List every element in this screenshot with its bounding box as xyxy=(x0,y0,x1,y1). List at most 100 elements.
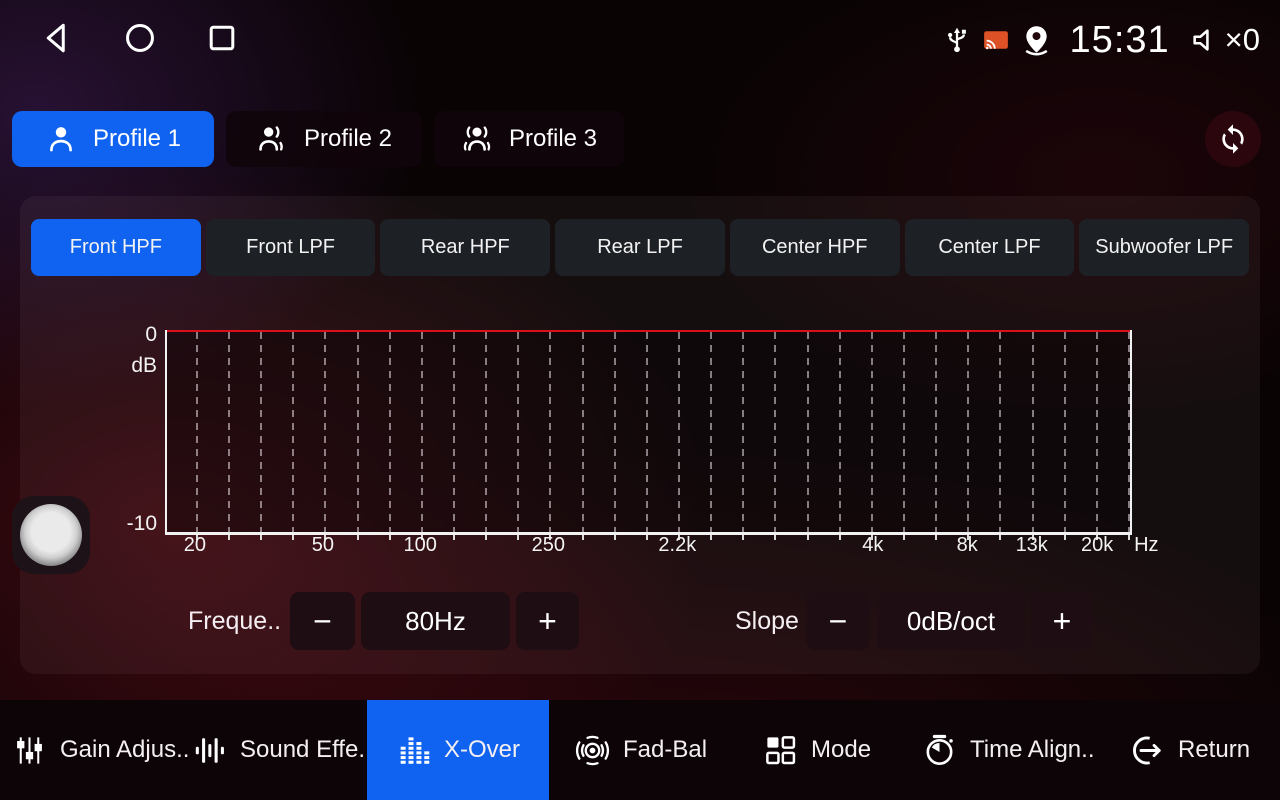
x-tick-label: 20 xyxy=(184,534,206,557)
x-tick-label: 50 xyxy=(312,534,334,557)
nav-item-mode[interactable]: Mode xyxy=(763,700,871,800)
floating-knob-button[interactable] xyxy=(12,496,90,574)
xover-panel: Front HPFFront LPFRear HPFRear LPFCenter… xyxy=(20,196,1260,674)
volume-level: ×0 xyxy=(1225,22,1260,58)
head-unit-screen: 15:31 ×0 Profile 1 Profile 2 Profile 3 Fro… xyxy=(0,0,1280,800)
location-icon xyxy=(1020,24,1053,57)
frequency-label: Freque.. xyxy=(188,592,281,650)
gridline xyxy=(517,332,519,532)
usb-icon xyxy=(942,25,972,55)
sync-icon xyxy=(1217,123,1249,155)
profile-tab-label: Profile 1 xyxy=(93,125,181,153)
nav-item-return[interactable]: Return xyxy=(1130,700,1250,800)
clock: 15:31 xyxy=(1070,19,1170,62)
x-tick-label: 13k xyxy=(1016,534,1048,557)
nav-item-gain-adjus[interactable]: Gain Adjus.. xyxy=(12,700,189,800)
y-tick-0: 0 xyxy=(145,323,157,347)
filter-tab-center-hpf[interactable]: Center HPF xyxy=(730,219,900,276)
frequency-plus-button[interactable]: + xyxy=(516,592,579,650)
profile-tabs: Profile 1 Profile 2 Profile 3 xyxy=(12,111,624,167)
nav-item-label: Fad-Bal xyxy=(623,736,707,764)
y-tick-min10: -10 xyxy=(127,512,157,536)
home-icon[interactable] xyxy=(122,20,158,56)
nav-item-time-align[interactable]: Time Align.. xyxy=(922,700,1095,800)
nav-item-x-over[interactable]: X-Over xyxy=(367,700,549,800)
gridline xyxy=(999,332,1001,532)
gridline xyxy=(678,332,680,532)
x-axis-labels: 20501002502.2k4k8k13k20kHz xyxy=(165,534,1128,560)
person-icon xyxy=(45,123,77,155)
x-tick-label: 4k xyxy=(862,534,883,557)
filter-tab-subwoofer-lpf[interactable]: Subwoofer LPF xyxy=(1079,219,1249,276)
gridline xyxy=(1032,332,1034,532)
gridline xyxy=(935,332,937,532)
timer-icon xyxy=(922,733,957,768)
filter-tab-center-lpf[interactable]: Center LPF xyxy=(905,219,1075,276)
frequency-minus-button[interactable]: − xyxy=(290,592,355,650)
nav-item-label: Gain Adjus.. xyxy=(60,736,189,764)
surround-icon xyxy=(575,733,610,768)
x-tick-label: 8k xyxy=(957,534,978,557)
profile-tab-2[interactable]: Profile 2 xyxy=(226,111,422,167)
profile-tab-label: Profile 2 xyxy=(304,125,392,153)
x-tick-label: 100 xyxy=(404,534,437,557)
gridline xyxy=(774,332,776,532)
cast-icon xyxy=(981,25,1011,55)
nav-item-fad-bal[interactable]: Fad-Bal xyxy=(575,700,707,800)
reset-profile-button[interactable] xyxy=(1205,111,1261,167)
profile-tab-1[interactable]: Profile 1 xyxy=(12,111,214,167)
x-tick-label: 2.2k xyxy=(658,534,696,557)
channel-filter-tabs: Front HPFFront LPFRear HPFRear LPFCenter… xyxy=(31,219,1249,276)
filter-tab-rear-lpf[interactable]: Rear LPF xyxy=(555,219,725,276)
gridline xyxy=(357,332,359,532)
gridline xyxy=(292,332,294,532)
nav-item-sound-effe[interactable]: Sound Effe.. xyxy=(192,700,372,800)
gridline xyxy=(389,332,391,532)
filter-tab-front-lpf[interactable]: Front LPF xyxy=(206,219,376,276)
gridline xyxy=(324,332,326,532)
slope-value: 0dB/oct xyxy=(877,592,1025,650)
gridline xyxy=(614,332,616,532)
gridline xyxy=(871,332,873,532)
grid-icon xyxy=(763,733,798,768)
person-arcs-icon xyxy=(461,123,493,155)
gridline xyxy=(549,332,551,532)
response-curve xyxy=(167,330,1130,332)
status-bar: 15:31 ×0 xyxy=(0,0,1280,80)
gridline xyxy=(196,332,198,532)
nav-item-label: Mode xyxy=(811,736,871,764)
gridline xyxy=(582,332,584,532)
gridline xyxy=(260,332,262,532)
filter-tab-rear-hpf[interactable]: Rear HPF xyxy=(380,219,550,276)
gridline xyxy=(228,332,230,532)
waveform-icon xyxy=(192,733,227,768)
gridline xyxy=(710,332,712,532)
gridline xyxy=(839,332,841,532)
axis-tick xyxy=(1128,535,1130,540)
profile-tab-3[interactable]: Profile 3 xyxy=(434,111,624,167)
return-icon xyxy=(1130,733,1165,768)
slope-plus-button[interactable]: + xyxy=(1031,592,1093,650)
x-axis-unit: Hz xyxy=(1134,534,1158,557)
frequency-response-plot xyxy=(165,330,1132,535)
nav-item-label: Sound Effe.. xyxy=(240,736,372,764)
gridline xyxy=(807,332,809,532)
android-nav-buttons xyxy=(40,20,240,56)
volume-muted-icon xyxy=(1189,23,1223,57)
volume-indicator: ×0 xyxy=(1189,22,1260,58)
slope-minus-button[interactable]: − xyxy=(806,592,870,650)
status-right: 15:31 ×0 xyxy=(942,12,1260,68)
recents-icon[interactable] xyxy=(204,20,240,56)
filter-tab-front-hpf[interactable]: Front HPF xyxy=(31,219,201,276)
gridline xyxy=(646,332,648,532)
bottom-nav-bar: Gain Adjus.. Sound Effe..X-Over Fad-Bal Mod… xyxy=(0,700,1280,800)
person-arc-icon xyxy=(256,123,288,155)
back-icon[interactable] xyxy=(40,20,76,56)
profile-tab-label: Profile 3 xyxy=(509,125,597,153)
status-icons xyxy=(942,24,1053,57)
x-tick-label: 20k xyxy=(1081,534,1113,557)
gridline xyxy=(903,332,905,532)
gridline xyxy=(967,332,969,532)
gridline xyxy=(421,332,423,532)
frequency-value: 80Hz xyxy=(361,592,510,650)
